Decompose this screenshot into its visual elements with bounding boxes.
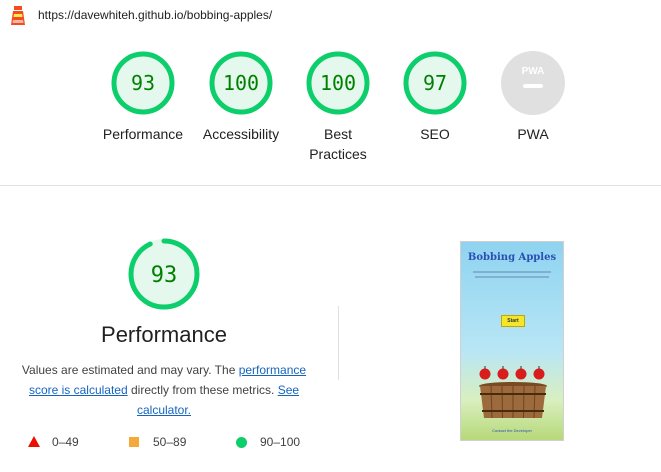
final-screenshot[interactable]: Bobbing Apples Start Contact the Develop… [460,241,564,441]
score-gauge-icon: 100 [306,51,370,115]
screenshot-text-line [475,276,549,278]
gauge-label: SEO [420,126,450,142]
gauge-score: 100 [223,71,259,95]
screenshot-start-button: Start [501,315,525,327]
score-gauge-icon: 93 [111,51,175,115]
performance-title: Performance [101,322,227,347]
score-gauge-icon: 100 [209,51,273,115]
legend-range: 50–89 [153,435,187,449]
desc-text: Values are estimated and may vary. The [21,363,239,377]
page-url[interactable]: https://davewhiteh.github.io/bobbing-app… [38,8,272,22]
gauge-score: 100 [320,71,356,95]
pwa-badge-icon: PWA [501,51,565,115]
performance-score-gauge: 93 [128,238,200,310]
performance-score: 93 [151,263,178,288]
score-gauge-icon: 97 [403,51,467,115]
triangle-fail-icon [28,436,40,447]
gauge-best-practices[interactable]: 100 Best Practices [293,50,383,164]
screenshot-footer: Contact the Developer [492,428,532,433]
gauge-pwa[interactable]: PWA PWA [488,50,578,144]
gauge-score: 93 [131,71,155,95]
pwa-badge-text: PWA [522,66,545,77]
url-bar: https://davewhiteh.github.io/bobbing-app… [0,0,661,30]
gauge-label: Best Practices [309,126,367,162]
section-divider [0,185,661,186]
screenshot-title: Bobbing Apples [467,252,557,263]
circle-pass-icon [236,437,247,448]
legend-range: 90–100 [260,435,301,449]
screenshot-text-line [473,271,551,273]
legend-range: 0–49 [52,435,79,449]
category-gauges: 93 Performance 100 Accessibility 100 Bes… [0,30,661,185]
square-average-icon [129,437,139,447]
score-legend: 0–49 50–89 90–100 [0,433,340,453]
desc-text: directly from these metrics. [127,383,278,397]
gauge-performance[interactable]: 93 Performance [98,50,188,144]
gauge-seo[interactable]: 97 SEO [390,50,480,144]
performance-description: Values are estimated and may vary. The p… [14,360,314,420]
gauge-accessibility[interactable]: 100 Accessibility [196,50,286,144]
lighthouse-logo-icon [11,6,25,25]
apple-barrel-icon [479,366,547,419]
gauge-label: Accessibility [202,126,280,142]
gauge-label: PWA [517,126,549,142]
vertical-divider [338,306,339,380]
gauge-score: 97 [423,71,447,95]
gauge-label: Performance [102,126,184,142]
